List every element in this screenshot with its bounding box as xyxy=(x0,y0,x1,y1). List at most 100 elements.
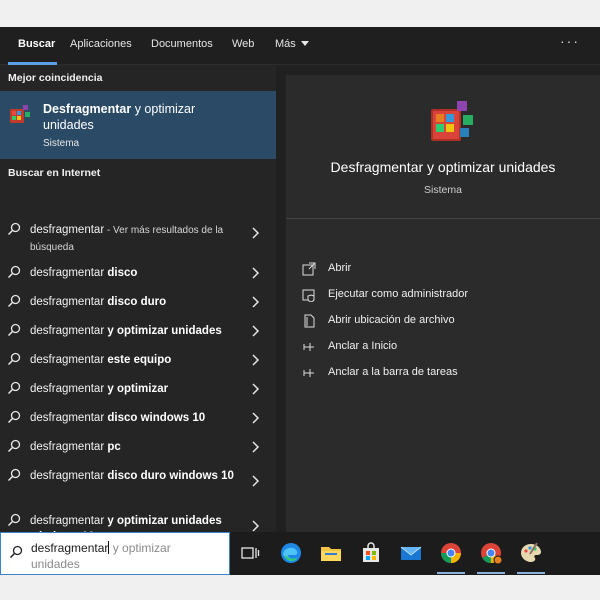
tab-documentos[interactable]: Documentos xyxy=(151,38,213,50)
suggestion-text: desfragmentar y optimizar unidades xyxy=(30,323,245,340)
suggestion-bold: y optimizar xyxy=(107,383,169,395)
search-icon xyxy=(7,265,21,279)
action-abrir[interactable]: Abrir xyxy=(302,259,582,279)
search-typed-text: desfragmentar xyxy=(31,541,109,555)
chevron-right-icon xyxy=(252,441,260,453)
tab-buscar[interactable]: Buscar xyxy=(18,38,55,50)
suggestion-base: desfragmentar xyxy=(30,412,108,424)
suggestion-base: desfragmentar xyxy=(30,267,108,279)
task-view-icon[interactable] xyxy=(238,541,262,565)
chevron-right-icon xyxy=(252,475,260,487)
search-input[interactable]: desfragmentar y optimizar unidades xyxy=(31,540,221,572)
best-match-title-bold: Desfragmentar xyxy=(43,102,132,116)
admin-shield-icon xyxy=(302,289,315,302)
pin-icon xyxy=(303,369,314,377)
suggestion-base: desfragmentar xyxy=(30,354,108,366)
action-open-file-location[interactable]: Abrir ubicación de archivo xyxy=(302,311,582,331)
search-icon xyxy=(7,294,21,308)
chevron-right-icon xyxy=(252,412,260,424)
suggestion-bold: disco xyxy=(107,267,138,279)
chevron-right-icon xyxy=(252,267,260,279)
search-icon xyxy=(7,513,21,527)
best-match-title: Desfragmentar y optimizar unidades xyxy=(43,101,243,133)
web-suggestion-item[interactable]: desfragmentar y optimizar xyxy=(0,374,276,403)
suggestion-base: desfragmentar xyxy=(30,441,108,453)
edge-icon[interactable] xyxy=(279,541,303,565)
preview-app-category: Sistema xyxy=(424,184,462,196)
web-suggestion-item[interactable]: desfragmentar pc xyxy=(0,432,276,461)
web-suggestion-item[interactable]: desfragmentar este equipo xyxy=(0,345,276,374)
action-pin-to-taskbar-label: Anclar a la barra de tareas xyxy=(328,366,458,378)
tab-aplicaciones[interactable]: Aplicaciones xyxy=(70,38,132,50)
caret-down-icon xyxy=(300,41,309,46)
search-icon xyxy=(7,468,21,482)
tab-mas-label: Más xyxy=(275,38,296,50)
start-search-screen: Buscar Aplicaciones Documentos Web Más ·… xyxy=(0,27,600,575)
suggestion-bold: disco windows 10 xyxy=(107,412,206,424)
suggestion-text: desfragmentar disco duro windows 10 xyxy=(30,468,245,485)
file-explorer-icon[interactable] xyxy=(319,541,343,565)
mail-icon[interactable] xyxy=(399,541,423,565)
search-icon xyxy=(7,352,21,366)
suggestion-bold: disco duro xyxy=(107,296,167,308)
web-suggestion-item[interactable]: desfragmentar y optimizar unidades xyxy=(0,316,276,345)
suggestion-bold: disco duro windows 10 xyxy=(107,470,234,482)
web-suggestion-item[interactable]: desfragmentar disco windows 10 xyxy=(0,403,276,432)
preview-divider xyxy=(286,218,600,219)
search-icon xyxy=(7,323,21,337)
action-pin-to-taskbar[interactable]: Anclar a la barra de tareas xyxy=(302,363,582,383)
web-suggestion-item[interactable]: desfragmentar disco duro xyxy=(0,287,276,316)
tab-web[interactable]: Web xyxy=(232,38,254,50)
suggestion-base: desfragmentar xyxy=(30,383,108,395)
suggestion-text: desfragmentar y optimizar xyxy=(30,381,245,398)
action-run-as-admin-label: Ejecutar como administrador xyxy=(328,288,469,300)
web-suggestion-item[interactable]: desfragmentar - Ver más resultados de la… xyxy=(0,215,276,253)
chevron-right-icon xyxy=(252,520,260,532)
suggestion-text: desfragmentar disco duro xyxy=(30,294,245,311)
suggestion-text: desfragmentar pc xyxy=(30,439,245,456)
action-abrir-label: Abrir xyxy=(328,262,352,274)
search-tab-bar: Buscar Aplicaciones Documentos Web Más ·… xyxy=(0,27,600,65)
file-location-icon xyxy=(304,314,315,328)
search-box[interactable]: desfragmentar y optimizar unidades xyxy=(0,532,230,575)
search-icon xyxy=(9,545,23,559)
suggestion-text: desfragmentar - Ver más resultados de la… xyxy=(30,222,245,256)
open-icon xyxy=(302,262,316,276)
store-icon[interactable] xyxy=(359,541,383,565)
preview-panel: Desfragmentar y optimizar unidades Siste… xyxy=(286,75,600,532)
suggestion-text: desfragmentar disco xyxy=(30,265,245,282)
chrome-icon[interactable] xyxy=(439,541,463,565)
search-icon xyxy=(7,222,21,236)
suggestion-text: desfragmentar disco windows 10 xyxy=(30,410,245,427)
suggestion-bold: este equipo xyxy=(107,354,172,366)
action-pin-to-start[interactable]: Anclar a Inicio xyxy=(302,337,582,357)
action-pin-to-start-label: Anclar a Inicio xyxy=(328,340,398,352)
paint-icon[interactable] xyxy=(519,541,543,565)
chrome-active-indicator xyxy=(437,572,465,574)
ellipsis-icon[interactable]: ··· xyxy=(560,33,580,49)
action-open-file-location-label: Abrir ubicación de archivo xyxy=(328,314,455,326)
suggestion-base: desfragmentar xyxy=(30,470,108,482)
suggestion-base: desfragmentar xyxy=(30,224,105,236)
action-run-as-admin[interactable]: Ejecutar como administrador xyxy=(302,285,582,305)
defrag-app-icon xyxy=(10,105,30,123)
suggestion-bold: y optimizar unidades xyxy=(107,325,222,337)
best-match-item[interactable]: Desfragmentar y optimizar unidades Siste… xyxy=(0,91,276,159)
pin-icon xyxy=(303,343,314,351)
chevron-right-icon xyxy=(252,383,260,395)
search-icon xyxy=(7,439,21,453)
best-match-category: Sistema xyxy=(43,138,80,149)
chevron-right-icon xyxy=(252,354,260,366)
paint-active-indicator xyxy=(517,572,545,574)
best-match-heading: Mejor coincidencia xyxy=(8,72,103,84)
web-suggestion-item[interactable]: desfragmentar disco xyxy=(0,258,276,287)
web-search-heading: Buscar en Internet xyxy=(8,167,101,179)
chrome-profile-icon[interactable] xyxy=(479,541,503,565)
suggestion-base: desfragmentar xyxy=(30,296,108,308)
tab-mas[interactable]: Más xyxy=(275,38,309,50)
web-suggestion-item[interactable]: desfragmentar disco duro windows 10 xyxy=(0,461,276,501)
defrag-app-large-icon xyxy=(431,101,473,141)
chevron-right-icon xyxy=(252,227,260,239)
suggestion-base: desfragmentar xyxy=(30,515,108,527)
search-icon xyxy=(7,410,21,424)
